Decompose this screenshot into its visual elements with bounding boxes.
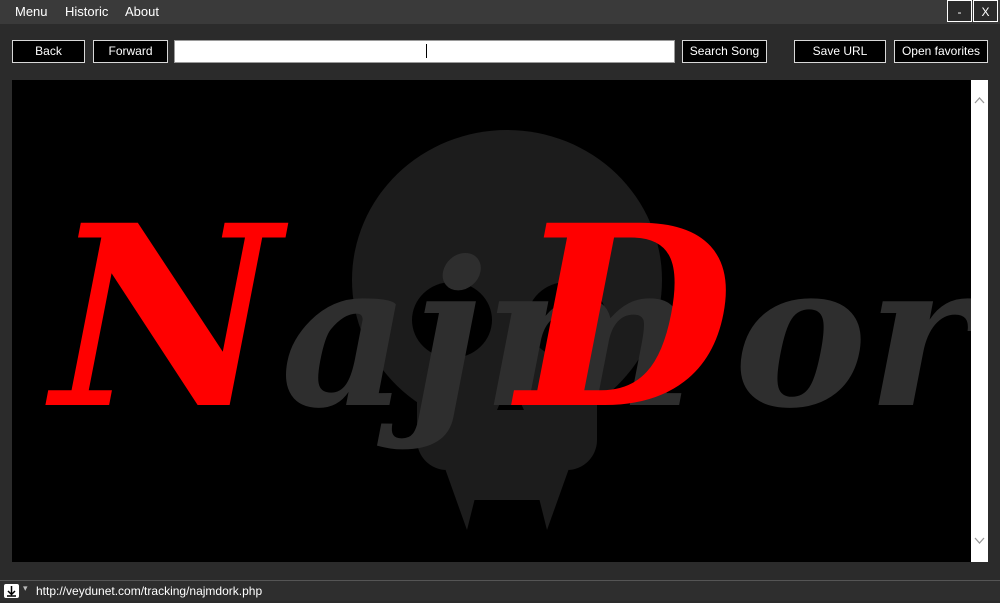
- menu-item-about[interactable]: About: [125, 4, 159, 19]
- scroll-down-icon[interactable]: [971, 532, 988, 549]
- najmdork-logo-graphic: Najm Dork: [45, 130, 971, 530]
- menu-item-menu[interactable]: Menu: [15, 4, 48, 19]
- menu-bar: Menu Historic About - X: [0, 0, 1000, 24]
- menu-item-historic[interactable]: Historic: [65, 4, 108, 19]
- logo-dork-initial: D: [511, 170, 734, 464]
- url-input[interactable]: [174, 40, 675, 63]
- save-url-button[interactable]: Save URL: [794, 40, 886, 63]
- open-favorites-button[interactable]: Open favorites: [894, 40, 988, 63]
- download-arrow-icon[interactable]: [4, 584, 19, 598]
- text-caret: [426, 44, 427, 58]
- logo-dork-rest: ork: [734, 218, 971, 453]
- search-song-button[interactable]: Search Song: [682, 40, 767, 63]
- scroll-up-icon[interactable]: [971, 92, 988, 109]
- vertical-scrollbar[interactable]: [971, 80, 988, 562]
- forward-button[interactable]: Forward: [93, 40, 168, 63]
- status-url-text: http://veydunet.com/tracking/najmdork.ph…: [36, 584, 263, 598]
- logo-najm-initial: N: [45, 170, 289, 464]
- logo-text-dork: Dork: [511, 170, 971, 464]
- web-viewport[interactable]: Najm Dork: [12, 80, 971, 562]
- back-button[interactable]: Back: [12, 40, 85, 63]
- minimize-button[interactable]: -: [947, 0, 972, 22]
- close-button[interactable]: X: [973, 0, 998, 22]
- status-bar: ▾ http://veydunet.com/tracking/najmdork.…: [0, 580, 1000, 601]
- chevron-down-icon[interactable]: ▾: [23, 583, 28, 594]
